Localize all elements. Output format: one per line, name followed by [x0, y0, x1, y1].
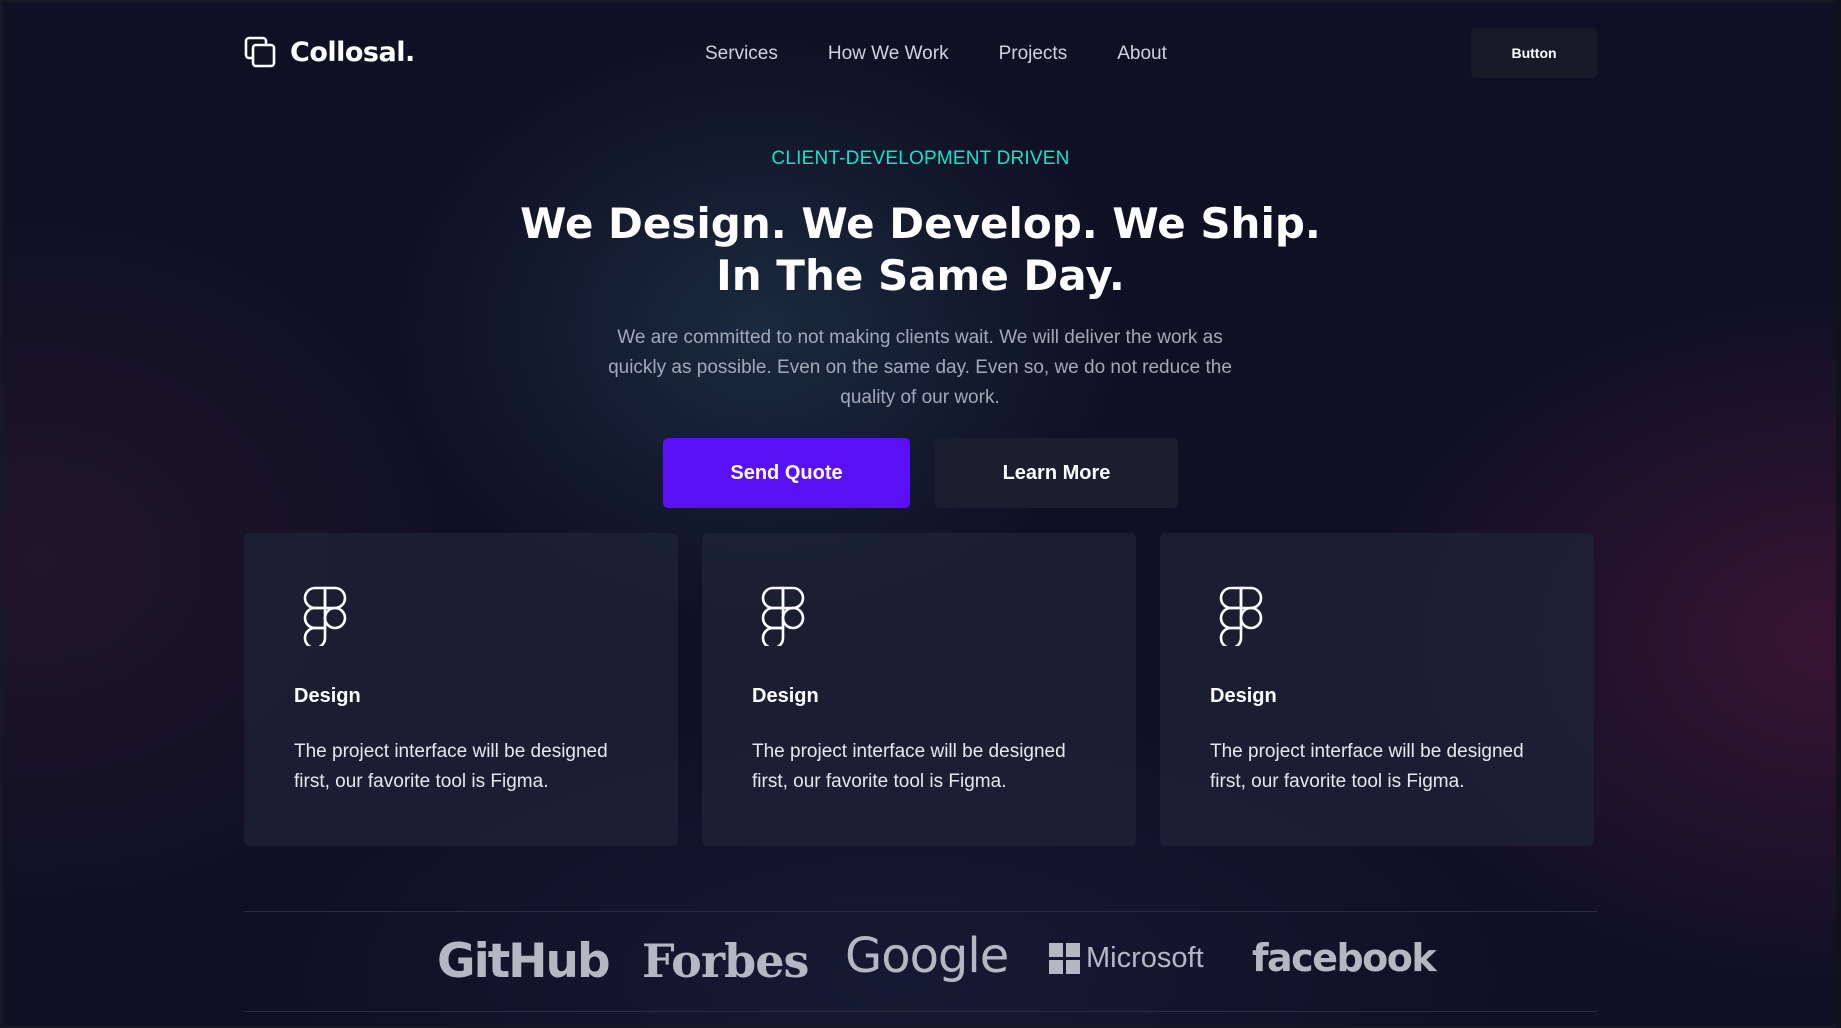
partner-logos: GitHub Forbes Google Microsoft facebook: [0, 924, 1841, 1000]
facebook-logo: facebook: [1252, 936, 1437, 980]
feature-text: The project interface will be designed f…: [1210, 741, 1524, 792]
feature-title: Design: [752, 685, 819, 707]
nav-item-about[interactable]: About: [1117, 40, 1167, 68]
nav-item-services[interactable]: Services: [705, 40, 778, 68]
send-quote-button[interactable]: Send Quote: [663, 438, 910, 508]
github-logo: GitHub: [437, 934, 611, 989]
main-nav: Services How We Work Projects About: [705, 40, 1167, 68]
figma-icon: [761, 586, 805, 650]
hero-eyebrow: CLIENT-DEVELOPMENT DRIVEN: [771, 148, 1070, 169]
divider-top: [244, 911, 1597, 912]
figma-icon: [1219, 586, 1263, 650]
forbes-logo: Forbes: [642, 934, 809, 988]
hero-title-line-1: We Design. We Develop. We Ship.: [520, 199, 1321, 248]
feature-title: Design: [294, 685, 361, 707]
header-cta-button[interactable]: Button: [1471, 28, 1597, 78]
divider-bottom: [244, 1011, 1597, 1012]
feature-card: Design The project interface will be des…: [1160, 533, 1594, 846]
hero-title: We Design. We Develop. We Ship. In The S…: [0, 198, 1841, 302]
microsoft-wordmark: Microsoft: [1086, 942, 1204, 974]
microsoft-logo: Microsoft: [1049, 942, 1204, 975]
feature-text: The project interface will be designed f…: [752, 741, 1066, 792]
brand-name: Collosal.: [290, 36, 415, 68]
hero-description: We are committed to not making clients w…: [608, 327, 1232, 408]
windows-icon: [1049, 943, 1080, 974]
figma-icon: [303, 586, 347, 650]
brand-logo[interactable]: Collosal.: [244, 36, 415, 68]
nav-item-how-we-work[interactable]: How We Work: [828, 40, 949, 68]
feature-card: Design The project interface will be des…: [244, 533, 678, 846]
learn-more-button[interactable]: Learn More: [935, 438, 1178, 508]
nav-item-projects[interactable]: Projects: [999, 40, 1068, 68]
overlapping-squares-icon: [244, 36, 276, 68]
feature-text: The project interface will be designed f…: [294, 741, 608, 792]
features-section: Design The project interface will be des…: [244, 533, 1594, 846]
hero-title-line-2: In The Same Day.: [716, 251, 1125, 300]
google-logo: Google: [845, 928, 1009, 984]
feature-title: Design: [1210, 685, 1277, 707]
feature-card: Design The project interface will be des…: [702, 533, 1136, 846]
